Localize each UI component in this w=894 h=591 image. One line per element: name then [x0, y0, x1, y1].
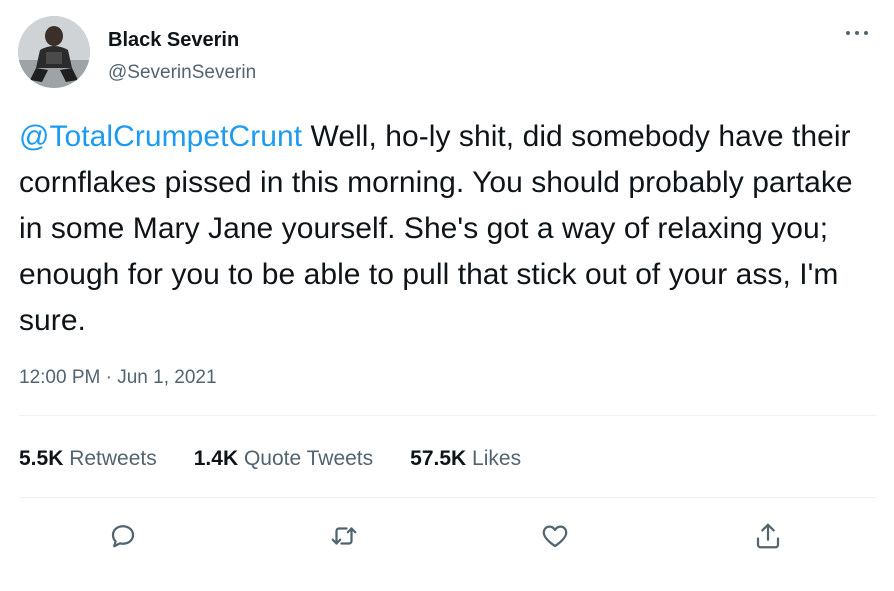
reply-icon — [111, 525, 135, 548]
retweets-count: 5.5K — [19, 447, 64, 470]
retweet-button[interactable] — [324, 516, 364, 556]
retweets-label: Retweets — [69, 447, 157, 470]
tweet-timestamp[interactable]: 12:00 PM · Jun 1, 2021 — [19, 366, 217, 390]
quote-tweets-count: 1.4K — [193, 447, 239, 470]
share-icon — [756, 523, 780, 549]
retweet-icon — [331, 527, 357, 545]
like-icon — [542, 525, 568, 548]
likes-label: Likes — [472, 447, 522, 470]
divider — [19, 415, 876, 416]
likes-count: 57.5K — [410, 447, 467, 470]
author-handle[interactable]: @SeverinSeverin — [108, 61, 256, 85]
action-bar — [0, 516, 894, 556]
retweets-stat[interactable]: 5.5K Retweets — [19, 446, 157, 472]
like-button[interactable] — [535, 516, 575, 556]
quote-tweets-label: Quote Tweets — [243, 447, 374, 470]
divider — [19, 497, 876, 498]
tweet-stats: 5.5K Retweets 1.4K Quote Tweets 57.5K Li… — [19, 446, 521, 472]
quote-tweets-stat[interactable]: 1.4K Quote Tweets — [194, 446, 373, 472]
more-options-icon[interactable] — [842, 22, 872, 42]
reply-button[interactable] — [103, 516, 143, 556]
author-name[interactable]: Black Severin — [108, 28, 239, 52]
tweet-card: Black Severin @SeverinSeverin @TotalCrum… — [0, 0, 894, 591]
avatar[interactable] — [18, 16, 90, 88]
share-button[interactable] — [748, 516, 788, 556]
likes-stat[interactable]: 57.5K Likes — [410, 446, 521, 472]
mention-link[interactable]: @TotalCrumpetCrunt — [19, 120, 302, 153]
tweet-text: @TotalCrumpetCrunt Well, ho-ly shit, did… — [19, 114, 879, 344]
